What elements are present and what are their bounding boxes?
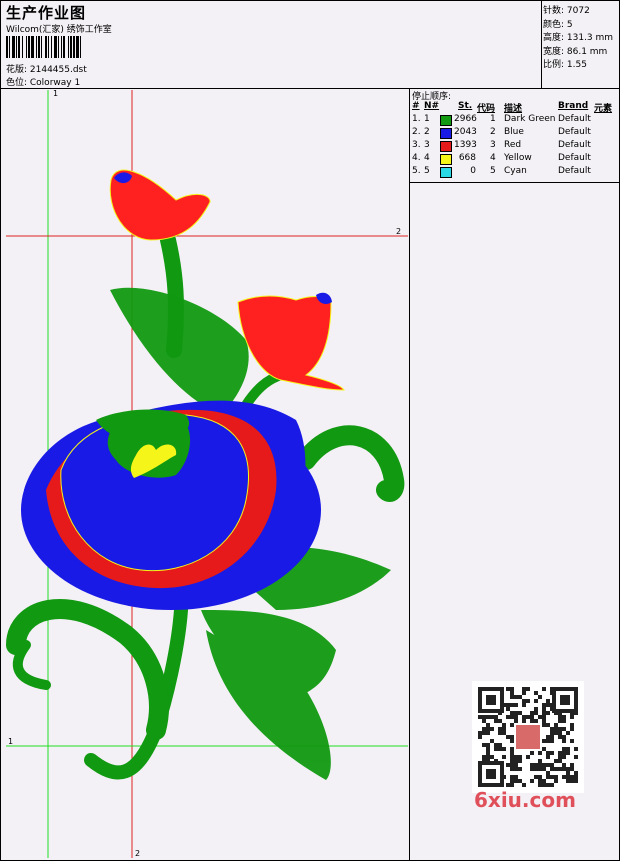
- thread-row: 4. 4 668 4 Yellow Default: [410, 153, 618, 166]
- guide-label-left: 1: [8, 737, 13, 746]
- row-brand: Default: [558, 114, 591, 124]
- row-needle: 2: [424, 127, 430, 137]
- row-description: Cyan: [504, 166, 527, 176]
- thread-row: 2. 2 2043 2 Blue Default: [410, 127, 618, 140]
- colorway: 色位: Colorway 1: [6, 78, 81, 88]
- header-divider: [1, 88, 619, 89]
- row-needle: 3: [424, 140, 430, 150]
- row-num: 3.: [412, 140, 421, 150]
- col-header-n: N#: [424, 101, 440, 111]
- row-brand: Default: [558, 153, 591, 163]
- table-bottom: [409, 182, 619, 183]
- col-header-num: #: [412, 101, 420, 111]
- stats-panel: 针数: 7072 颜色: 5 高度: 131.3 mm 宽度: 86.1 mm …: [543, 5, 613, 73]
- studio-name: Wilcom(汇家) 绣饰工作室: [6, 25, 112, 35]
- thread-row: 5. 5 0 5 Cyan Default: [410, 166, 618, 179]
- row-num: 4.: [412, 153, 421, 163]
- barcode: [6, 36, 140, 58]
- row-needle: 5: [424, 166, 430, 176]
- col-header-element: 元素: [594, 104, 613, 114]
- col-header-code: 代码: [477, 104, 496, 114]
- stitch-count: 针数: 7072: [543, 6, 590, 16]
- qr-code: [472, 681, 584, 793]
- color-swatch: [440, 154, 452, 165]
- row-description: Yellow: [504, 153, 532, 163]
- row-needle: 1: [424, 114, 430, 124]
- color-count: 颜色: 5: [543, 19, 573, 30]
- design-height: 高度: 131.3 mm: [543, 33, 614, 43]
- row-brand: Default: [558, 127, 591, 137]
- row-description: Dark Green: [504, 114, 556, 124]
- right-bud: [237, 292, 345, 391]
- color-swatch: [440, 167, 452, 178]
- row-num: 2.: [412, 127, 421, 137]
- thread-row: 3. 3 1393 3 Red Default: [410, 140, 618, 153]
- row-code: 4: [490, 153, 496, 163]
- guide-label-right: 2: [396, 227, 401, 236]
- col-header-st: St.: [458, 101, 473, 111]
- color-swatch: [440, 115, 452, 126]
- color-swatch: [440, 128, 452, 139]
- row-stitches: 2043: [454, 127, 477, 137]
- row-brand: Default: [558, 140, 591, 150]
- stats-divider: [541, 1, 542, 88]
- row-needle: 4: [424, 153, 430, 163]
- row-code: 1: [490, 114, 496, 124]
- row-description: Blue: [504, 127, 524, 137]
- col-header-brand: Brand: [558, 101, 589, 111]
- design-file: 花版: 2144455.dst: [6, 65, 87, 75]
- watermark-text: 6xiu.com: [474, 788, 576, 812]
- row-stitches: 0: [470, 166, 476, 176]
- guide-label-top: 1: [53, 90, 58, 98]
- row-code: 5: [490, 166, 496, 176]
- embroidery-design: 1 2 1 2: [6, 90, 408, 858]
- row-code: 2: [490, 127, 496, 137]
- top-bud: [109, 169, 211, 241]
- page-title: 生产作业图: [6, 4, 87, 22]
- row-description: Red: [504, 140, 522, 150]
- main-flower: [21, 400, 321, 610]
- row-stitches: 1393: [454, 140, 477, 150]
- row-num: 5.: [412, 166, 421, 176]
- row-stitches: 668: [458, 153, 476, 163]
- design-scale: 比例: 1.55: [543, 60, 587, 70]
- row-num: 1.: [412, 114, 421, 124]
- row-code: 3: [490, 140, 496, 150]
- color-swatch: [440, 141, 452, 152]
- table-divider: [409, 88, 410, 860]
- thread-row: 1. 1 2966 1 Dark Green Default: [410, 114, 618, 127]
- row-brand: Default: [558, 166, 591, 176]
- col-header-desc: 描述: [504, 104, 523, 114]
- design-width: 宽度: 86.1 mm: [543, 46, 608, 57]
- row-stitches: 2966: [454, 114, 477, 124]
- guide-label-bottom: 2: [135, 849, 140, 858]
